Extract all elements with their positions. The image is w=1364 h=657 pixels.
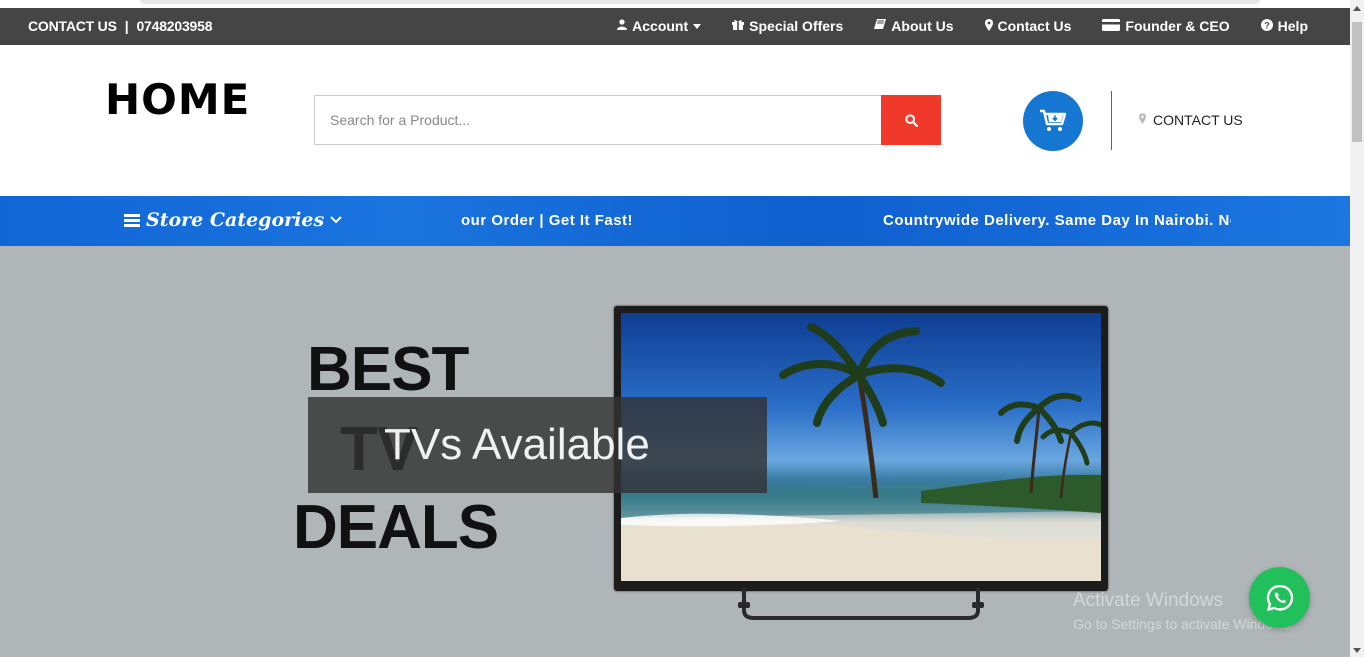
cart-button[interactable] bbox=[1023, 91, 1083, 151]
user-icon bbox=[617, 19, 628, 33]
hero-line-best: BEST bbox=[307, 335, 469, 404]
nav-help[interactable]: ? Help bbox=[1260, 18, 1308, 34]
whatsapp-icon bbox=[1266, 584, 1293, 611]
slide-caption: TVs Available bbox=[308, 397, 767, 493]
nav-about-us[interactable]: About Us bbox=[874, 18, 954, 34]
header: HOME CONTACT US bbox=[0, 45, 1350, 196]
caret-down-icon bbox=[693, 23, 702, 29]
book-icon bbox=[874, 19, 887, 33]
search-input[interactable] bbox=[315, 96, 882, 144]
browser-bar bbox=[140, 0, 1260, 4]
nav-contact-us[interactable]: Contact Us bbox=[984, 18, 1072, 34]
store-categories-label: Store Categories bbox=[146, 209, 325, 231]
site-logo[interactable]: HOME bbox=[105, 75, 250, 124]
top-bar: CONTACT US | 0748203958 Account Special Of… bbox=[0, 8, 1350, 45]
question-circle-icon: ? bbox=[1260, 18, 1273, 34]
scroll-up-arrow-icon[interactable] bbox=[1353, 6, 1361, 11]
top-phone[interactable]: 0748203958 bbox=[136, 18, 212, 34]
page: CONTACT US | 0748203958 Account Special Of… bbox=[0, 0, 1364, 657]
search-icon bbox=[904, 113, 918, 127]
nav-account[interactable]: Account bbox=[617, 18, 702, 34]
nav-founder-ceo[interactable]: Founder & CEO bbox=[1102, 18, 1230, 34]
marquee-text-2: Countrywide Delivery. Same Day In Nairob… bbox=[883, 212, 1231, 229]
scroll-thumb[interactable] bbox=[1352, 22, 1362, 142]
top-contact: CONTACT US | 0748203958 bbox=[28, 18, 216, 34]
whatsapp-button[interactable] bbox=[1249, 567, 1310, 628]
top-contact-label[interactable]: CONTACT US bbox=[28, 18, 117, 34]
nav-founder-ceo-label: Founder & CEO bbox=[1125, 18, 1230, 34]
top-nav: Account Special Offers About Us Contact … bbox=[586, 18, 1308, 34]
header-divider bbox=[1111, 91, 1112, 150]
nav-special-offers[interactable]: Special Offers bbox=[732, 18, 843, 34]
page-scrollbar[interactable] bbox=[1350, 0, 1364, 657]
nav-about-us-label: About Us bbox=[891, 18, 954, 34]
top-separator: | bbox=[124, 18, 129, 34]
chevron-down-icon bbox=[330, 212, 342, 228]
nav-account-label: Account bbox=[632, 18, 689, 34]
menu-icon bbox=[124, 212, 140, 229]
map-marker-icon bbox=[984, 18, 993, 34]
tv-stand bbox=[738, 588, 984, 620]
nav-contact-us-label: Contact Us bbox=[997, 18, 1072, 34]
hero-banner[interactable]: BEST TV DEALS bbox=[0, 246, 1350, 657]
category-bar: Store Categories our Order | Get It Fast… bbox=[0, 196, 1350, 246]
cart-icon bbox=[1040, 109, 1067, 131]
scroll-down-arrow-icon[interactable] bbox=[1353, 648, 1361, 653]
search-button[interactable] bbox=[881, 95, 941, 145]
slide-caption-text: TVs Available bbox=[384, 420, 650, 469]
store-categories-menu[interactable]: Store Categories bbox=[124, 209, 342, 231]
header-contact[interactable]: CONTACT US bbox=[1139, 112, 1243, 128]
map-marker-icon bbox=[1139, 113, 1146, 127]
browser-strip bbox=[0, 0, 1350, 8]
credit-card-icon bbox=[1102, 18, 1121, 34]
gift-icon bbox=[732, 19, 745, 33]
promo-marquee: our Order | Get It Fast! Countrywide Del… bbox=[461, 212, 1231, 232]
hero-line-deals: DEALS bbox=[293, 493, 499, 562]
marquee-text-1: our Order | Get It Fast! bbox=[461, 212, 634, 229]
nav-help-label: Help bbox=[1277, 18, 1308, 34]
nav-special-offers-label: Special Offers bbox=[749, 18, 844, 34]
search-box bbox=[314, 95, 941, 145]
svg-text:?: ? bbox=[1264, 20, 1270, 30]
header-contact-label: CONTACT US bbox=[1153, 112, 1243, 128]
